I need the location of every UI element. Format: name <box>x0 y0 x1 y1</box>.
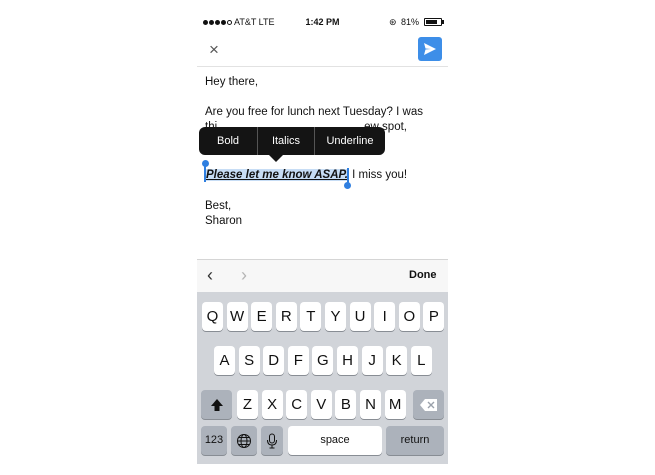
key-s[interactable]: S <box>238 346 260 375</box>
battery-icon <box>424 18 444 26</box>
format-menu-pointer <box>269 155 283 162</box>
key-label: O <box>403 308 416 325</box>
bold-option[interactable]: Bold <box>199 127 257 155</box>
italics-option[interactable]: Italics <box>258 127 314 155</box>
key-label: F <box>293 352 303 369</box>
key-f[interactable]: F <box>287 346 309 375</box>
microphone-icon <box>267 433 277 449</box>
key-m[interactable]: M <box>384 390 406 419</box>
space-key-label: space <box>320 434 350 446</box>
key-d[interactable]: D <box>263 346 285 375</box>
key-l[interactable]: L <box>410 346 432 375</box>
email-signoff: Best, Sharon <box>205 199 242 229</box>
key-label: R <box>280 308 292 325</box>
key-y[interactable]: Y <box>325 302 346 331</box>
key-label: A <box>219 352 230 369</box>
key-label: J <box>368 352 376 369</box>
send-button[interactable] <box>418 37 442 61</box>
phone-screen: AT&T LTE 1:42 PM ⊛ 81% × Hey there, Are … <box>197 12 448 464</box>
key-i[interactable]: I <box>374 302 396 331</box>
numbers-key[interactable]: 123 <box>201 426 227 455</box>
keyboard-accessory-bar: ‹ › Done <box>197 259 448 292</box>
key-p[interactable]: P <box>423 302 445 331</box>
compose-header: × <box>197 34 448 67</box>
numbers-key-label: 123 <box>204 434 224 446</box>
key-label: P <box>428 308 439 325</box>
signoff-text: Best, <box>205 200 232 212</box>
key-label: V <box>316 396 327 413</box>
key-w[interactable]: W <box>226 302 248 331</box>
keyboard: QWERTYUIOP ASDFGHJKL ZXCVBNM 123 space r… <box>197 292 448 464</box>
key-h[interactable]: H <box>337 346 358 375</box>
key-label: H <box>342 352 353 369</box>
dictation-key[interactable] <box>261 426 283 455</box>
key-label: D <box>268 352 280 369</box>
key-label: L <box>417 352 426 369</box>
return-key-label: return <box>400 434 430 446</box>
key-label: M <box>388 396 402 413</box>
rotation-lock-icon: ⊛ <box>389 17 397 27</box>
key-k[interactable]: K <box>386 346 408 375</box>
format-menu: Bold Italics Underline <box>199 127 385 155</box>
previous-field-button[interactable]: ‹ <box>207 265 213 286</box>
key-v[interactable]: V <box>310 390 332 419</box>
key-e[interactable]: E <box>251 302 273 331</box>
key-label: C <box>291 396 303 413</box>
battery-percent: 81% <box>401 17 420 27</box>
globe-icon <box>237 434 251 448</box>
key-label: N <box>365 396 376 413</box>
key-x[interactable]: X <box>261 390 283 419</box>
key-j[interactable]: J <box>361 346 383 375</box>
next-field-button[interactable]: › <box>241 265 247 286</box>
space-key[interactable]: space <box>288 426 382 455</box>
key-label: B <box>340 396 351 413</box>
key-b[interactable]: B <box>335 390 357 419</box>
signature-text: Sharon <box>205 215 243 227</box>
status-bar: AT&T LTE 1:42 PM ⊛ 81% <box>197 12 448 32</box>
selection-start-stem <box>204 165 206 182</box>
key-label: U <box>354 308 366 325</box>
close-button[interactable]: × <box>205 40 223 60</box>
return-key[interactable]: return <box>386 426 444 455</box>
send-icon <box>424 43 436 55</box>
email-line: Are you free for lunch next Tuesday? I w… <box>205 106 423 118</box>
shift-icon <box>211 399 223 411</box>
underline-option[interactable]: Underline <box>315 127 385 155</box>
key-label: Q <box>206 308 219 325</box>
key-u[interactable]: U <box>349 302 371 331</box>
key-label: T <box>306 308 316 325</box>
key-o[interactable]: O <box>398 302 420 331</box>
key-label: E <box>256 308 267 325</box>
email-greeting: Hey there, <box>205 76 259 88</box>
key-n[interactable]: N <box>360 390 381 419</box>
key-label: X <box>267 396 278 413</box>
key-q[interactable]: Q <box>202 302 223 331</box>
selected-text[interactable]: Please let me know ASAP. <box>205 169 349 181</box>
key-label: Y <box>330 308 341 325</box>
key-z[interactable]: Z <box>237 390 258 419</box>
globe-key[interactable] <box>231 426 257 455</box>
selection-end-handle[interactable] <box>344 182 351 189</box>
key-a[interactable]: A <box>214 346 235 375</box>
close-icon: × <box>209 40 219 59</box>
key-r[interactable]: R <box>275 302 297 331</box>
email-text: I miss you! <box>348 169 408 181</box>
key-label: Z <box>242 396 253 413</box>
key-t[interactable]: T <box>300 302 322 331</box>
shift-key[interactable] <box>201 390 232 419</box>
key-label: S <box>244 352 255 369</box>
key-label: I <box>382 308 387 325</box>
backspace-icon <box>420 399 437 411</box>
key-label: W <box>230 308 245 325</box>
delete-key[interactable] <box>413 390 444 419</box>
done-button[interactable]: Done <box>409 269 437 281</box>
key-g[interactable]: G <box>312 346 334 375</box>
key-label: K <box>391 352 402 369</box>
key-c[interactable]: C <box>286 390 308 419</box>
email-paragraph-selection[interactable]: Please let me know ASAP. I miss you! <box>205 168 407 183</box>
key-label: G <box>317 352 329 369</box>
